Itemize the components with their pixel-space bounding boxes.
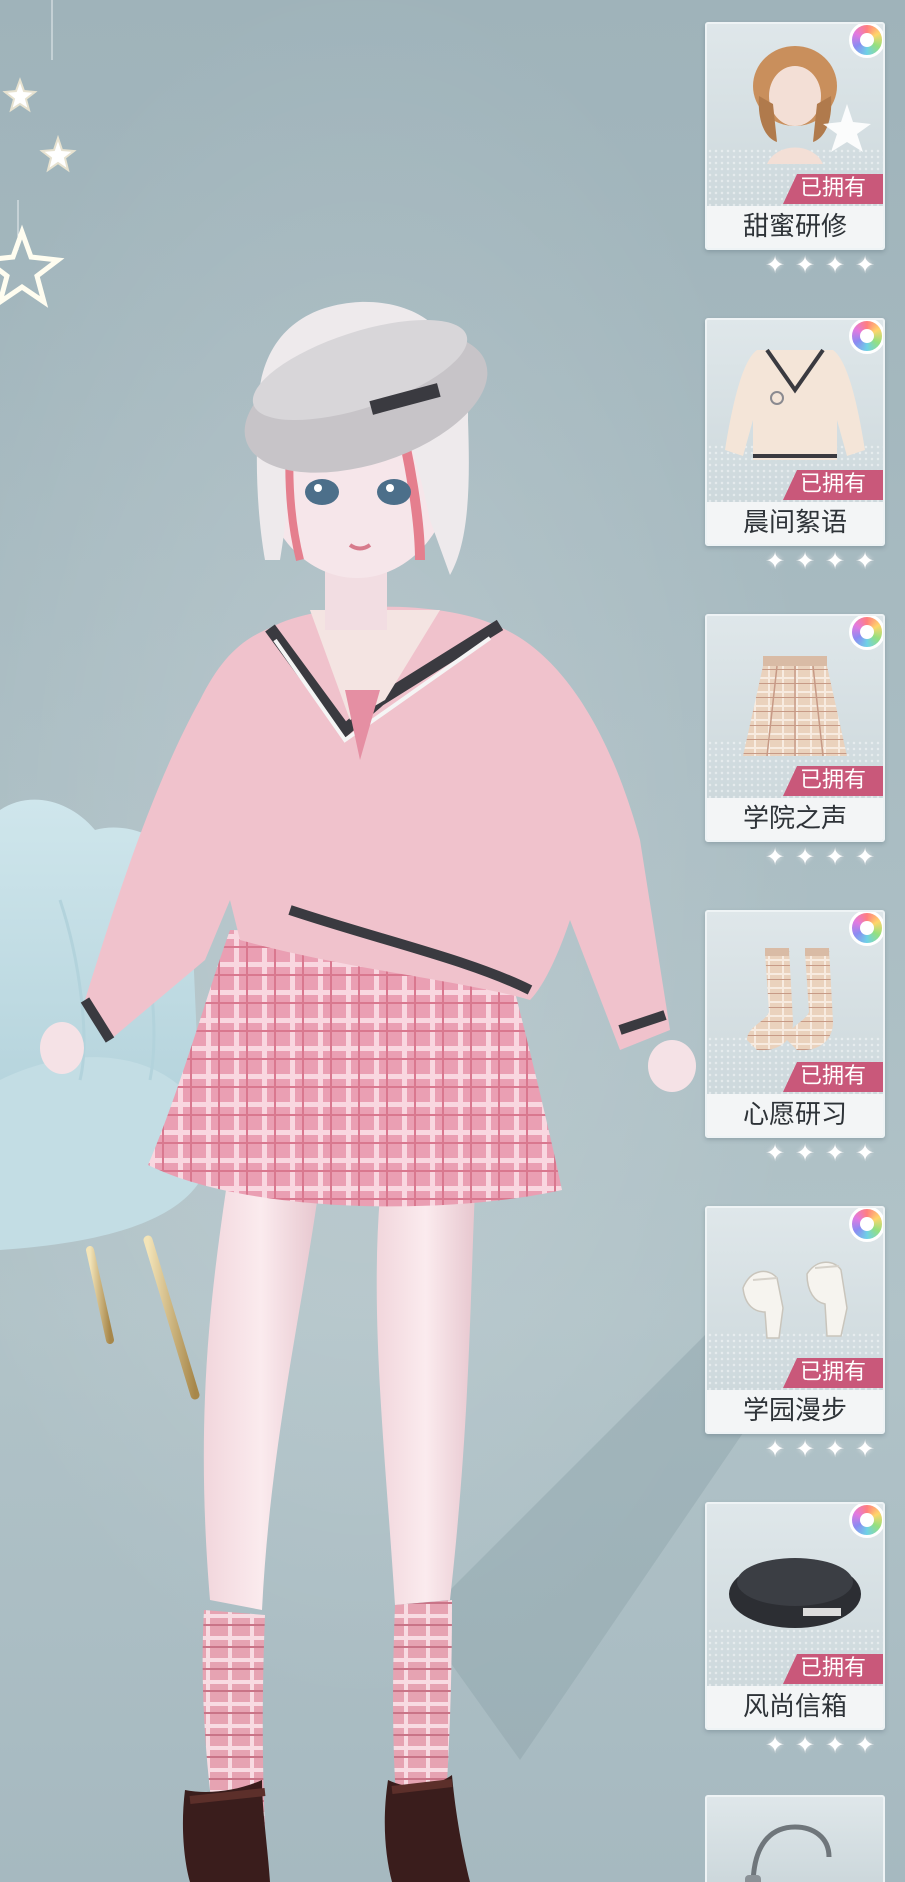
rarity-stars: ✦ ✦ ✦ ✦ xyxy=(762,548,882,574)
star-icon: ✦ xyxy=(824,1435,846,1463)
owned-badge: 已拥有 xyxy=(783,1062,883,1092)
item-name: 风尚信箱 xyxy=(707,1686,883,1728)
item-name: 学园漫步 xyxy=(707,1390,883,1432)
star-icon: ✦ xyxy=(794,1731,816,1759)
outfit-item-card[interactable]: 已拥有 心愿研习 xyxy=(705,910,885,1138)
star-icon: ✦ xyxy=(854,547,876,575)
star-icon: ✦ xyxy=(854,251,876,279)
hanging-stars-decoration xyxy=(0,0,77,308)
owned-badge: 已拥有 xyxy=(783,1358,883,1388)
color-variant-icon[interactable] xyxy=(849,24,883,58)
rarity-stars: ✦ ✦ ✦ ✦ xyxy=(762,844,882,870)
star-icon: ✦ xyxy=(824,547,846,575)
rarity-stars: ✦ ✦ ✦ ✦ xyxy=(762,252,882,278)
item-name: 晨间絮语 xyxy=(707,502,883,544)
color-variant-icon[interactable] xyxy=(849,616,883,650)
star-icon: ✦ xyxy=(854,1435,876,1463)
star-icon: ✦ xyxy=(824,843,846,871)
owned-badge: 已拥有 xyxy=(783,1654,883,1684)
star-icon: ✦ xyxy=(764,547,786,575)
owned-badge: 已拥有 xyxy=(783,766,883,796)
item-name: 甜蜜研修 xyxy=(707,206,883,248)
color-variant-icon[interactable] xyxy=(849,320,883,354)
item-name: 学院之声 xyxy=(707,798,883,840)
outfit-item-card[interactable]: 已拥有 学园漫步 xyxy=(705,1206,885,1434)
rarity-stars: ✦ ✦ ✦ ✦ xyxy=(762,1140,882,1166)
owned-badge: 已拥有 xyxy=(783,470,883,500)
star-icon: ✦ xyxy=(794,547,816,575)
outfit-item-card[interactable]: 已拥有 甜蜜研修 xyxy=(705,22,885,250)
owned-badge: 已拥有 xyxy=(783,174,883,204)
star-icon: ✦ xyxy=(824,251,846,279)
color-variant-icon[interactable] xyxy=(849,1208,883,1242)
headphones-icon xyxy=(745,1824,832,1882)
item-name: 心愿研习 xyxy=(707,1094,883,1136)
outfit-item-card-partial[interactable] xyxy=(705,1795,885,1882)
star-icon: ✦ xyxy=(764,843,786,871)
outfit-item-card[interactable]: 已拥有 晨间絮语 xyxy=(705,318,885,546)
dressing-room-stage: 已拥有 甜蜜研修 ✦ ✦ ✦ ✦ 已拥有 晨间絮语 ✦ ✦ ✦ ✦ 已拥有 学院… xyxy=(0,0,905,1882)
star-icon: ✦ xyxy=(794,1139,816,1167)
color-variant-icon[interactable] xyxy=(849,912,883,946)
outfit-item-card[interactable]: 已拥有 风尚信箱 xyxy=(705,1502,885,1730)
star-icon: ✦ xyxy=(854,843,876,871)
star-icon: ✦ xyxy=(764,1435,786,1463)
outfit-item-card[interactable]: 已拥有 学院之声 xyxy=(705,614,885,842)
color-variant-icon[interactable] xyxy=(849,1504,883,1538)
star-icon: ✦ xyxy=(854,1139,876,1167)
star-icon: ✦ xyxy=(824,1731,846,1759)
star-icon: ✦ xyxy=(764,1139,786,1167)
star-icon: ✦ xyxy=(764,1731,786,1759)
star-icon: ✦ xyxy=(794,843,816,871)
star-icon: ✦ xyxy=(854,1731,876,1759)
star-icon: ✦ xyxy=(764,251,786,279)
rarity-stars: ✦ ✦ ✦ ✦ xyxy=(762,1436,882,1462)
star-icon: ✦ xyxy=(794,1435,816,1463)
star-icon: ✦ xyxy=(794,251,816,279)
star-icon: ✦ xyxy=(824,1139,846,1167)
outfit-item-list: 已拥有 甜蜜研修 ✦ ✦ ✦ ✦ 已拥有 晨间絮语 ✦ ✦ ✦ ✦ 已拥有 学院… xyxy=(700,0,905,1882)
rarity-stars: ✦ ✦ ✦ ✦ xyxy=(762,1732,882,1758)
